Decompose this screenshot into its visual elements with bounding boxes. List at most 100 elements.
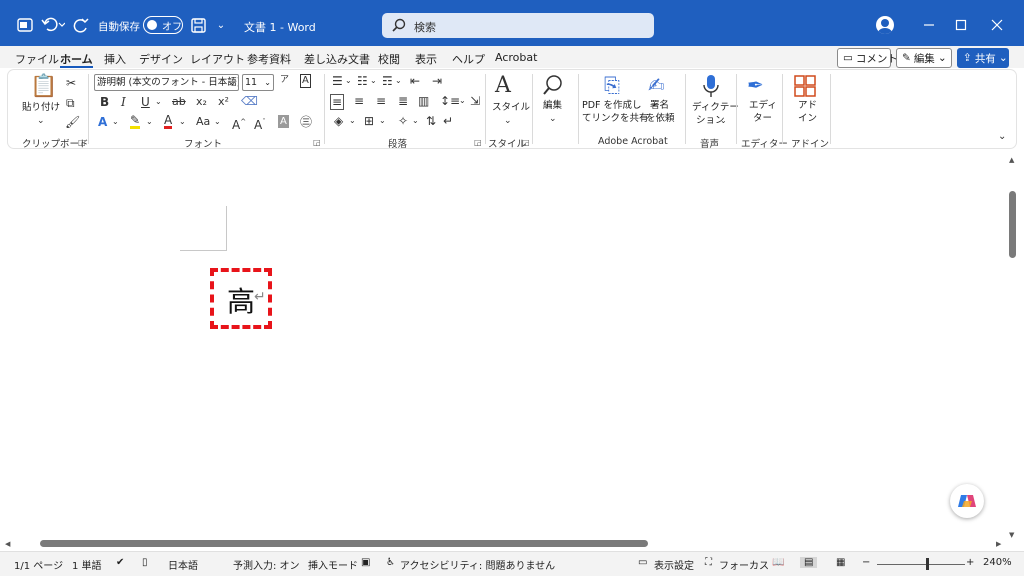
sort-icon[interactable]: ⇅ — [426, 114, 436, 128]
chevron-down-icon[interactable]: ⌄ — [345, 74, 352, 88]
phonetic-guide-icon[interactable]: ア — [280, 73, 289, 87]
paste-label[interactable]: 貼り付け — [22, 102, 60, 114]
chevron-down-icon[interactable]: ⌄ — [459, 94, 466, 108]
macro-icon[interactable]: ▣ — [361, 557, 370, 568]
request-signature-line2[interactable]: を依頼 — [646, 113, 675, 125]
accessibility-status[interactable]: アクセシビリティ: 問題ありません — [400, 557, 555, 572]
copilot-button[interactable] — [950, 484, 984, 518]
tab-design[interactable]: デザイン — [139, 51, 183, 67]
vertical-scroll-thumb[interactable] — [1009, 191, 1016, 258]
autosave-toggle[interactable]: オフ — [143, 16, 183, 34]
word-count[interactable]: 1 単語 — [72, 557, 102, 572]
chevron-down-icon[interactable]: ⌄ — [214, 115, 221, 129]
distributed-icon[interactable]: ▥ — [418, 94, 429, 108]
find-icon[interactable] — [542, 74, 564, 99]
extend-selection-icon[interactable]: ⇲ — [470, 94, 480, 108]
editing-button-label[interactable]: 編集 — [543, 100, 562, 112]
decrease-indent-icon[interactable]: ⇤ — [410, 74, 420, 88]
increase-indent-icon[interactable]: ⇥ — [432, 74, 442, 88]
minimize-icon[interactable] — [920, 16, 938, 34]
web-layout-icon[interactable]: ▦ — [836, 557, 845, 568]
font-size-combo[interactable]: 11 ⌄ — [242, 74, 274, 91]
account-avatar[interactable] — [876, 16, 894, 34]
page-count[interactable]: 1/1 ページ — [14, 557, 63, 572]
clipboard-launcher-icon[interactable]: ◲ — [78, 138, 86, 147]
chevron-down-icon[interactable]: ⌄ — [146, 115, 153, 129]
display-settings-icon[interactable]: ▭ — [638, 557, 647, 568]
chevron-down-icon[interactable]: ⌄ — [395, 74, 402, 88]
customize-toolbar-icon[interactable]: ⌄ — [214, 16, 228, 34]
addins-line1[interactable]: アド — [798, 100, 817, 112]
numbering-icon[interactable]: ☷ — [357, 74, 368, 88]
enclose-characters-icon[interactable]: ㊂ — [300, 115, 312, 129]
character-border-icon[interactable]: A — [300, 74, 311, 88]
paragraph-launcher-icon[interactable]: ◲ — [474, 138, 482, 147]
microphone-icon[interactable] — [702, 74, 720, 101]
cut-icon[interactable]: ✂ — [66, 76, 76, 90]
pdf-create-line2[interactable]: てリンクを共有 — [582, 113, 649, 125]
redo-icon[interactable] — [72, 16, 90, 34]
superscript-icon[interactable]: x² — [218, 95, 229, 109]
tab-references[interactable]: 参考資料 — [247, 51, 291, 67]
chevron-down-icon[interactable]: ⌄ — [155, 95, 162, 109]
font-color-icon[interactable]: A — [164, 114, 173, 129]
chevron-down-icon[interactable]: ⌄ — [370, 74, 377, 88]
chevron-down-icon[interactable]: ⌄ — [504, 114, 512, 128]
comment-button[interactable]: ▭ コメント — [837, 48, 898, 68]
editor-line2[interactable]: ター — [753, 113, 772, 125]
maximize-icon[interactable] — [952, 16, 970, 34]
request-signature-line1[interactable]: 署名 — [650, 100, 669, 112]
undo-icon[interactable] — [40, 16, 66, 34]
close-icon[interactable] — [988, 16, 1006, 34]
editor-icon[interactable]: ✒ — [747, 74, 764, 96]
tab-file[interactable]: ファイル — [15, 51, 59, 67]
highlight-icon[interactable]: ✎ — [130, 114, 141, 129]
tab-acrobat[interactable]: Acrobat — [495, 51, 537, 64]
styles-launcher-icon[interactable]: ◲ — [522, 138, 530, 147]
search-box[interactable]: 検索 — [382, 13, 654, 38]
tab-review[interactable]: 校閲 — [378, 51, 400, 67]
borders-icon[interactable]: ⊞ — [364, 114, 374, 128]
change-case-button[interactable]: Aa — [196, 115, 210, 129]
read-mode-icon[interactable]: ▯ — [142, 557, 148, 568]
language[interactable]: 日本語 — [168, 557, 198, 572]
share-button[interactable]: ⇪ 共有 ⌄ — [957, 48, 1009, 68]
chevron-down-icon[interactable]: ⌄ — [549, 112, 557, 126]
format-painter-icon[interactable]: 🖌 — [65, 115, 80, 129]
document-canvas[interactable] — [0, 150, 1024, 540]
tab-layout[interactable]: レイアウト — [190, 51, 245, 67]
pdf-create-icon[interactable]: ⎘ — [604, 74, 620, 96]
underline-icon[interactable]: U — [141, 95, 150, 109]
editor-line1[interactable]: エディ — [749, 100, 777, 112]
scroll-right-icon[interactable]: ▶ — [996, 537, 1001, 551]
grow-font-icon[interactable]: A^ — [232, 115, 246, 132]
chevron-down-icon[interactable]: ⌄ — [412, 114, 419, 128]
print-layout-icon[interactable]: ▤ — [800, 557, 818, 568]
word-app-icon[interactable] — [16, 16, 34, 34]
tab-help[interactable]: ヘルプ — [452, 51, 485, 67]
dictate-line1[interactable]: ディクテー — [692, 102, 739, 114]
chevron-down-icon[interactable]: ⌄ — [179, 115, 186, 129]
read-view-icon[interactable]: 📖 — [772, 557, 784, 568]
focus-mode[interactable]: フォーカス — [719, 557, 769, 572]
shrink-font-icon[interactable]: Aˇ — [254, 115, 266, 132]
chevron-down-icon[interactable]: ⌄ — [112, 115, 119, 129]
text-effects-icon[interactable]: A — [98, 115, 107, 129]
collapse-ribbon-icon[interactable]: ⌄ — [998, 130, 1006, 144]
zoom-out-icon[interactable]: − — [862, 557, 870, 568]
request-signature-icon[interactable]: ✍ — [648, 74, 665, 96]
italic-icon[interactable]: I — [121, 95, 126, 109]
chevron-down-icon[interactable]: ⌄ — [37, 114, 45, 128]
shading-icon[interactable]: ◈ — [334, 114, 343, 128]
chevron-down-icon[interactable]: ⌄ — [379, 114, 386, 128]
zoom-level[interactable]: 240% — [983, 557, 1012, 568]
character-shading-icon[interactable]: A — [278, 115, 289, 128]
copy-icon[interactable]: ⧉ — [66, 96, 75, 110]
asian-layout-icon[interactable]: ✧ — [398, 114, 408, 128]
align-left-icon[interactable]: ≡ — [330, 94, 345, 110]
paste-icon[interactable]: 📋 — [30, 76, 57, 98]
scroll-down-icon[interactable]: ▼ — [1009, 528, 1014, 542]
zoom-slider[interactable] — [877, 564, 965, 565]
scroll-up-icon[interactable]: ▲ — [1009, 153, 1014, 167]
scroll-left-icon[interactable]: ◀ — [5, 537, 10, 551]
